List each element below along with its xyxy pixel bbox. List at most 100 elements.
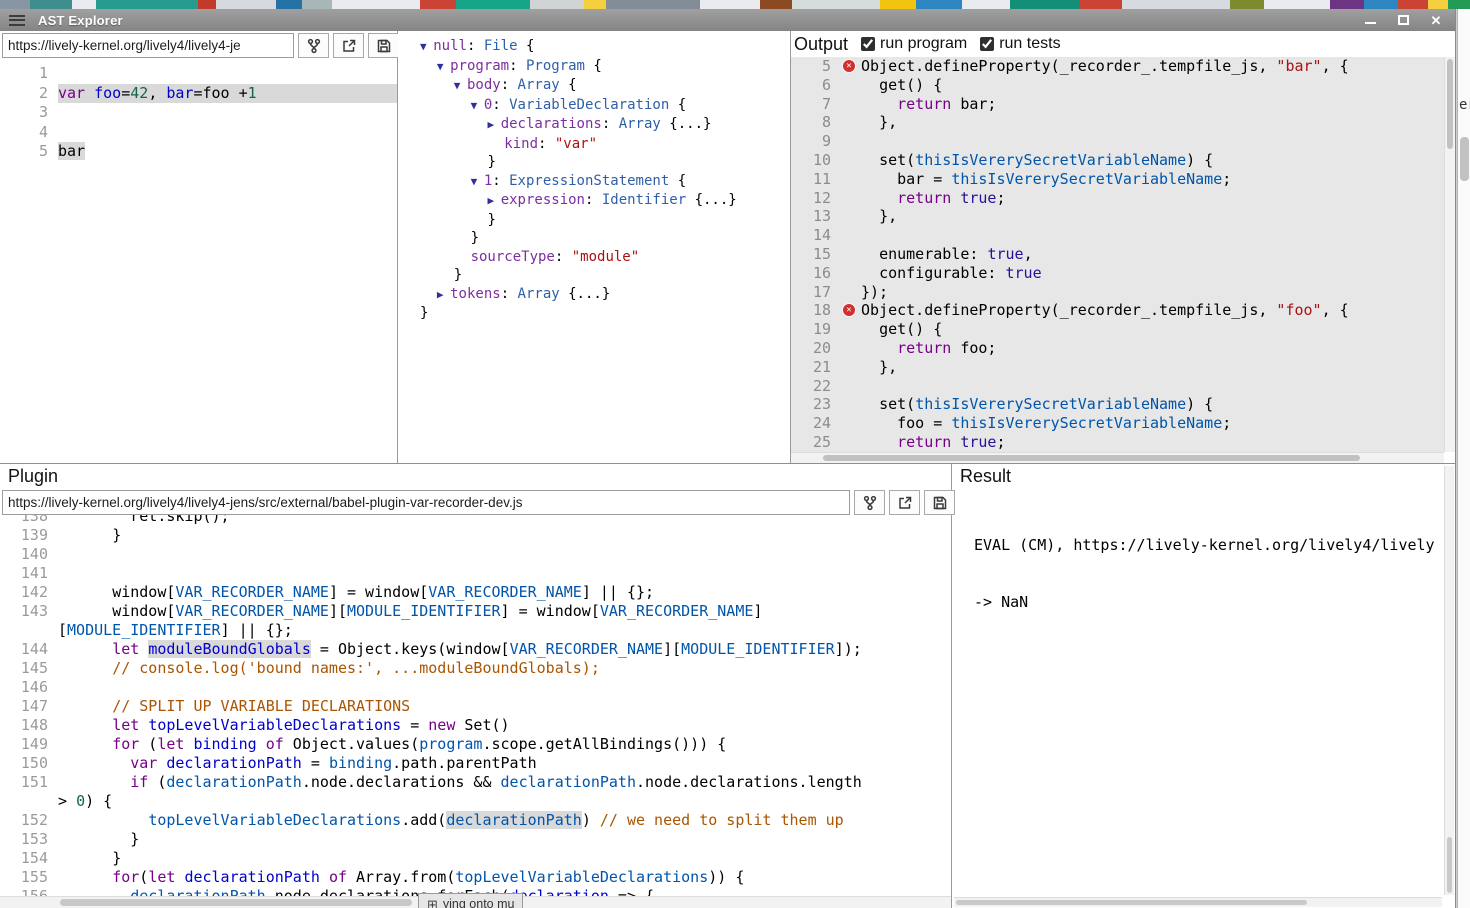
code-line[interactable]: 149 for (let binding of Object.values(pr…: [0, 735, 951, 754]
code-line[interactable]: 139 }: [0, 526, 951, 545]
version-history-button[interactable]: [298, 33, 329, 58]
result-output: EVAL (CM), https://lively-kernel.org/liv…: [952, 488, 1455, 650]
code-line[interactable]: 150 var declarationPath = binding.path.p…: [0, 754, 951, 773]
code-line[interactable]: 17});: [791, 283, 1444, 302]
code-line[interactable]: 142 window[VAR_RECORDER_NAME] = window[V…: [0, 583, 951, 602]
code-line[interactable]: }: [420, 153, 790, 172]
scrollbar-thumb[interactable]: [1447, 837, 1452, 893]
code-line[interactable]: 16 configurable: true: [791, 264, 1444, 283]
run-program-checkbox[interactable]: [861, 37, 875, 51]
run-tests-toggle[interactable]: run tests: [980, 35, 1060, 53]
source-url-input[interactable]: [2, 33, 294, 58]
code-line[interactable]: 154 }: [0, 849, 951, 868]
scrollbar-thumb[interactable]: [823, 455, 1360, 461]
save-button[interactable]: [368, 33, 399, 58]
maximize-button[interactable]: [1396, 13, 1410, 27]
plugin-editor[interactable]: 138 ret.skip();139 }140141142 window[VAR…: [0, 515, 951, 908]
code-line[interactable]: }: [420, 266, 790, 285]
open-external-button[interactable]: [333, 33, 364, 58]
code-line[interactable]: 6 get() {: [791, 76, 1444, 95]
result-vertical-scrollbar[interactable]: [1444, 466, 1454, 895]
code-line[interactable]: 10 set(thisIsVererySecretVariableName) {: [791, 151, 1444, 170]
line-number: 144: [0, 640, 58, 659]
plugin-version-history-button[interactable]: [854, 490, 885, 515]
badge-cell: [837, 377, 861, 379]
code-line[interactable]: 146: [0, 678, 951, 697]
scrollbar-thumb[interactable]: [1447, 59, 1453, 149]
badge-cell: ✕: [837, 301, 861, 317]
code-line[interactable]: 153 }: [0, 830, 951, 849]
code-line[interactable]: 5bar: [0, 142, 397, 162]
code-line[interactable]: 140: [0, 545, 951, 564]
code-line[interactable]: 151 if (declarationPath.node.declaration…: [0, 773, 951, 811]
plugin-open-external-button[interactable]: [889, 490, 920, 515]
output-vertical-scrollbar[interactable]: [1444, 57, 1455, 452]
titlebar[interactable]: AST Explorer ✕: [0, 9, 1455, 31]
code-line[interactable]: 145 // console.log('bound names:', ...mo…: [0, 659, 951, 678]
run-tests-checkbox[interactable]: [980, 37, 994, 51]
line-number: 149: [0, 735, 58, 754]
scrollbar-thumb[interactable]: [1460, 137, 1469, 181]
source-editor[interactable]: 12var foo=42, bar=foo +1345bar: [0, 60, 397, 463]
code-line[interactable]: 144 let moduleBoundGlobals = Object.keys…: [0, 640, 951, 659]
code-line[interactable]: 12 return true;: [791, 189, 1444, 208]
plugin-url-input[interactable]: [2, 490, 850, 515]
code-line[interactable]: 15 enumerable: true,: [791, 245, 1444, 264]
code-line[interactable]: 19 get() {: [791, 320, 1444, 339]
code-line[interactable]: ▼ null: File {: [420, 37, 790, 57]
code-text: get() {: [861, 76, 1444, 95]
code-line[interactable]: 2var foo=42, bar=foo +1: [0, 84, 397, 104]
output-code[interactable]: 5✕Object.defineProperty(_recorder_.tempf…: [791, 57, 1444, 452]
code-line[interactable]: 143 window[VAR_RECORDER_NAME][MODULE_IDE…: [0, 602, 951, 640]
code-line[interactable]: 3: [0, 103, 397, 123]
result-horizontal-scrollbar[interactable]: [954, 897, 1442, 907]
code-line[interactable]: 141: [0, 564, 951, 583]
code-line[interactable]: 148 let topLevelVariableDeclarations = n…: [0, 716, 951, 735]
code-line[interactable]: 8 },: [791, 113, 1444, 132]
code-line[interactable]: ▶ expression: Identifier {...}: [420, 191, 790, 211]
code-line[interactable]: 147 // SPLIT UP VARIABLE DECLARATIONS: [0, 697, 951, 716]
plugin-save-button[interactable]: [924, 490, 955, 515]
code-line[interactable]: }: [420, 211, 790, 230]
code-line[interactable]: 155 for(let declarationPath of Array.fro…: [0, 868, 951, 887]
run-program-toggle[interactable]: run program: [861, 35, 967, 53]
code-line[interactable]: ▶ declarations: Array {...}: [420, 115, 790, 135]
minimize-button[interactable]: [1363, 13, 1377, 27]
scrollbar-thumb[interactable]: [956, 900, 1307, 905]
code-text: topLevelVariableDeclarations.add(declara…: [58, 811, 951, 830]
code-line[interactable]: 20 return foo;: [791, 339, 1444, 358]
code-line[interactable]: 138 ret.skip();: [0, 515, 951, 526]
code-line[interactable]: 5✕Object.defineProperty(_recorder_.tempf…: [791, 57, 1444, 76]
scrollbar-thumb[interactable]: [60, 899, 412, 906]
code-line[interactable]: }: [420, 229, 790, 248]
code-line[interactable]: 21 },: [791, 358, 1444, 377]
code-line[interactable]: 9: [791, 132, 1444, 151]
code-line[interactable]: 7 return bar;: [791, 95, 1444, 114]
code-text: return bar;: [861, 95, 1444, 114]
code-line[interactable]: 25 return true;: [791, 433, 1444, 452]
code-line[interactable]: 23 set(thisIsVererySecretVariableName) {: [791, 395, 1444, 414]
code-line[interactable]: 152 topLevelVariableDeclarations.add(dec…: [0, 811, 951, 830]
code-line[interactable]: ▼ program: Program {: [420, 57, 790, 77]
code-line[interactable]: }: [420, 304, 790, 323]
code-line[interactable]: 22: [791, 377, 1444, 396]
menu-icon[interactable]: [9, 15, 25, 26]
ast-tree[interactable]: ▼ null: File { ▼ program: Program { ▼ bo…: [398, 31, 790, 323]
code-line[interactable]: 13 },: [791, 207, 1444, 226]
code-line[interactable]: sourceType: "module": [420, 248, 790, 267]
line-number: 22: [791, 377, 837, 396]
code-line[interactable]: 1: [0, 64, 397, 84]
close-button[interactable]: ✕: [1429, 13, 1443, 27]
code-line[interactable]: 18✕Object.defineProperty(_recorder_.temp…: [791, 301, 1444, 320]
code-text: for(let declarationPath of Array.from(to…: [58, 868, 951, 887]
code-line[interactable]: 14: [791, 226, 1444, 245]
code-line[interactable]: 4: [0, 123, 397, 143]
code-line[interactable]: 24 foo = thisIsVererySecretVariableName;: [791, 414, 1444, 433]
code-line[interactable]: 11 bar = thisIsVererySecretVariableName;: [791, 170, 1444, 189]
code-line[interactable]: ▼ 0: VariableDeclaration {: [420, 96, 790, 116]
output-horizontal-scrollbar[interactable]: [791, 452, 1444, 463]
code-line[interactable]: ▼ body: Array {: [420, 76, 790, 96]
code-line[interactable]: ▶ tokens: Array {...}: [420, 285, 790, 305]
code-line[interactable]: kind: "var": [420, 135, 790, 154]
code-line[interactable]: ▼ 1: ExpressionStatement {: [420, 172, 790, 192]
